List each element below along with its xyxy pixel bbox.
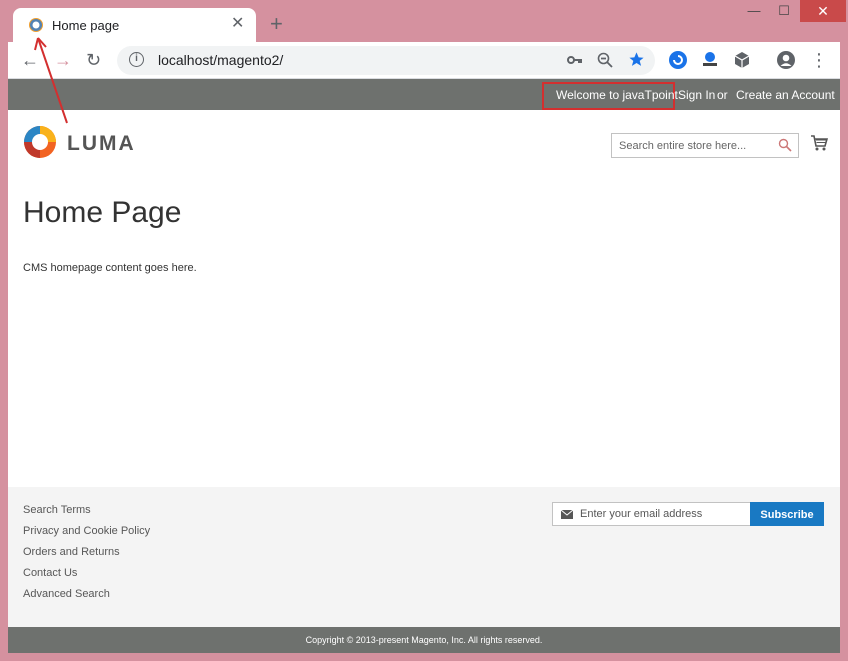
- mail-icon: [561, 510, 573, 519]
- footer-link-search-terms[interactable]: Search Terms: [23, 504, 91, 516]
- newsletter-email-field[interactable]: Enter your email address: [552, 502, 751, 526]
- zoom-out-icon[interactable]: [597, 52, 613, 68]
- new-tab-button[interactable]: +: [270, 13, 283, 35]
- profile-avatar-icon[interactable]: [776, 50, 796, 70]
- search-icon[interactable]: [778, 138, 792, 152]
- create-account-link[interactable]: Create an Account: [736, 88, 835, 102]
- tab-strip: Home page ✕ + — ☐ ✕: [0, 0, 848, 43]
- tab-home-page[interactable]: Home page ✕: [13, 8, 256, 43]
- extension-box-icon[interactable]: [732, 50, 752, 70]
- tab-title: Home page: [52, 18, 120, 33]
- footer-link-contact[interactable]: Contact Us: [23, 567, 77, 579]
- footer-link-privacy[interactable]: Privacy and Cookie Policy: [23, 525, 150, 537]
- search-input[interactable]: Search entire store here...: [611, 133, 799, 158]
- welcome-message: Welcome to javaTpoint: [556, 88, 678, 102]
- luma-logo-icon[interactable]: [23, 125, 57, 159]
- header-panel: Welcome to javaTpoint Sign In or Create …: [8, 79, 840, 110]
- window-close-button[interactable]: ✕: [800, 0, 846, 22]
- extension-refresh-icon[interactable]: [668, 50, 688, 70]
- footer-link-advanced-search[interactable]: Advanced Search: [23, 588, 110, 600]
- reload-icon[interactable]: ↻: [86, 48, 101, 72]
- page-viewport: Welcome to javaTpoint Sign In or Create …: [8, 79, 840, 653]
- luma-favicon-icon: [29, 18, 43, 32]
- extension-translate-icon[interactable]: [700, 50, 720, 70]
- site-info-icon[interactable]: i: [129, 52, 144, 67]
- sign-in-link[interactable]: Sign In: [678, 88, 715, 102]
- tab-close-icon[interactable]: ✕: [231, 13, 244, 33]
- page-title: Home Page: [23, 196, 182, 229]
- logo-text[interactable]: LUMA: [67, 132, 136, 156]
- url-text: localhost/magento2/: [158, 52, 284, 68]
- key-icon[interactable]: [567, 53, 583, 67]
- cms-content: CMS homepage content goes here.: [23, 262, 197, 274]
- minimize-button[interactable]: —: [740, 3, 768, 18]
- bookmark-star-icon[interactable]: [628, 51, 645, 68]
- search-placeholder: Search entire store here...: [619, 140, 747, 152]
- subscribe-button[interactable]: Subscribe: [750, 502, 824, 526]
- maximize-button[interactable]: ☐: [770, 3, 798, 19]
- copyright-bar: Copyright © 2013-present Magento, Inc. A…: [8, 627, 840, 653]
- footer-link-orders-returns[interactable]: Orders and Returns: [23, 546, 120, 558]
- address-bar[interactable]: i localhost/magento2/: [117, 46, 655, 75]
- or-text: or: [717, 88, 728, 102]
- browser-menu-icon[interactable]: ⋮: [810, 48, 828, 72]
- footer: Search Terms Privacy and Cookie Policy O…: [8, 487, 840, 627]
- newsletter-placeholder: Enter your email address: [580, 508, 703, 520]
- back-icon[interactable]: ←: [21, 48, 39, 72]
- cart-icon[interactable]: [810, 134, 828, 152]
- browser-toolbar: ← → ↻ i localhost/magento2/ ⋮: [8, 42, 840, 79]
- forward-icon[interactable]: →: [54, 48, 72, 72]
